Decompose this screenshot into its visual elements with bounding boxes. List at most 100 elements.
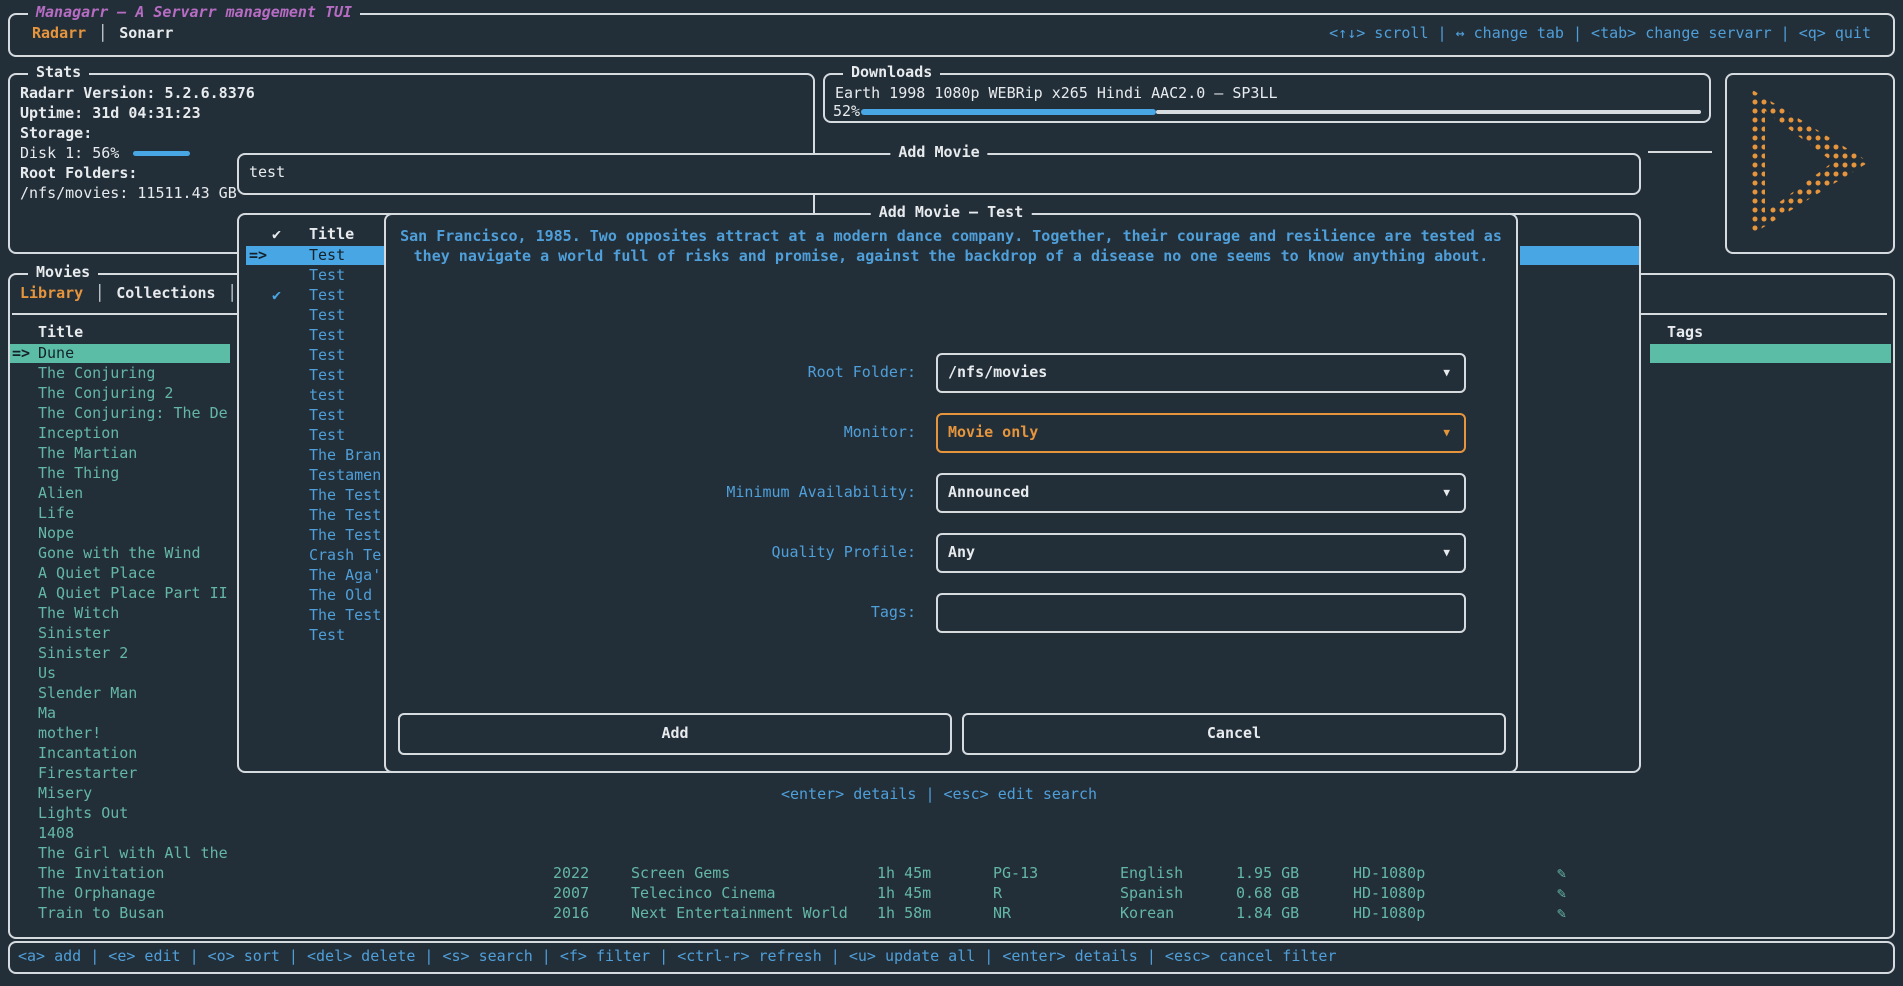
movie-title: A Quiet Place Part II (38, 583, 228, 603)
top-hints: <↑↓> scroll | ↔ change tab | <tab> chang… (1329, 24, 1871, 42)
dropdown-arrow-icon: ▼ (1443, 546, 1450, 559)
form-field: Monitor: Movie only ▼ (386, 413, 1516, 453)
result-title: test (309, 385, 345, 405)
result-title: The Old (309, 585, 372, 605)
logo-panel (1725, 73, 1895, 254)
result-title: The Test (309, 605, 381, 625)
field-label: Monitor: (386, 423, 916, 441)
movie-language: Spanish (1120, 883, 1183, 903)
result-title: The Test (309, 505, 381, 525)
movie-title: Firestarter (38, 763, 137, 783)
dialog-title: Add Movie – Test (871, 203, 1032, 221)
movie-language: English (1120, 863, 1183, 883)
footer-bar: <a> add | <e> edit | <o> sort | <del> de… (8, 941, 1895, 974)
field-dropdown[interactable]: /nfs/movies ▼ (936, 353, 1466, 393)
movie-title: The Conjuring (38, 363, 155, 383)
servarr-tabs: RadarrSonarr (32, 24, 173, 42)
movie-title: Incantation (38, 743, 137, 763)
search-input[interactable]: test (249, 162, 285, 182)
result-title: Test (309, 265, 345, 285)
field-dropdown[interactable]: Announced ▼ (936, 473, 1466, 513)
movie-size: 1.95 GB (1236, 863, 1299, 883)
movie-title: The Witch (38, 603, 119, 623)
movie-title: Sinister 2 (38, 643, 128, 663)
movie-title: The Girl with All the (38, 843, 228, 863)
field-dropdown[interactable]: ▼ (936, 593, 1466, 633)
library-detail-row[interactable]: 2022 Screen Gems 1h 45m PG-13 English 1.… (0, 863, 1903, 883)
results-hints: <enter> details | <esc> edit search (239, 775, 1639, 803)
downloads-panel-title: Downloads (843, 63, 940, 81)
library-detail-row[interactable]: 2007 Telecinco Cinema 1h 45m R Spanish 0… (0, 883, 1903, 903)
managarr-logo (1751, 89, 1869, 235)
library-panel-title: Movies (28, 263, 98, 281)
movie-description-line1: San Francisco, 1985. Two opposites attra… (386, 227, 1516, 245)
top-bar: Managarr – A Servarr management TUI Rada… (8, 13, 1895, 57)
tab-sonarr[interactable]: Sonarr (119, 24, 173, 42)
dropdown-arrow-icon: ▼ (1443, 426, 1450, 439)
movie-title: Ma (38, 703, 56, 723)
result-title: Test (309, 305, 345, 325)
movie-runtime: 1h 45m (877, 863, 931, 883)
field-value: /nfs/movies (948, 363, 1047, 381)
result-title: The Test (309, 485, 381, 505)
tab-radarr[interactable]: Radarr (32, 24, 119, 42)
storage-label: Storage: (20, 123, 255, 143)
movie-rating: R (993, 883, 1002, 903)
result-title: The Aga' (309, 565, 381, 585)
movie-title: Lights Out (38, 803, 128, 823)
movie-rating: NR (993, 903, 1011, 923)
cancel-button[interactable]: Cancel (962, 713, 1506, 755)
movie-title: Gone with the Wind (38, 543, 201, 563)
movie-title: Sinister (38, 623, 110, 643)
field-value: Announced (948, 483, 1029, 501)
field-dropdown[interactable]: Movie only ▼ (936, 413, 1466, 453)
movie-runtime: 1h 58m (877, 903, 931, 923)
library-tags-header: Tags (1667, 323, 1703, 341)
add-movie-search-box[interactable]: Add Movie test (237, 153, 1641, 195)
add-button[interactable]: Add (398, 713, 952, 755)
movie-title: Us (38, 663, 56, 683)
tab-library[interactable]: Library (20, 284, 116, 302)
root-folder-size: /nfs/movies: 11511.43 GB (20, 183, 255, 203)
result-title: Crash Te (309, 545, 381, 565)
field-label: Minimum Availability: (386, 483, 916, 501)
movie-title: Life (38, 503, 74, 523)
download-progress-label: 52% (833, 101, 860, 121)
dropdown-arrow-icon: ▼ (1443, 486, 1450, 499)
form-field: Minimum Availability: Announced ▼ (386, 473, 1516, 513)
app-title: Managarr – A Servarr management TUI (28, 3, 360, 21)
movie-quality: HD-1080p (1353, 883, 1425, 903)
movie-quality: HD-1080p (1353, 863, 1425, 883)
result-title: Test (309, 405, 345, 425)
results-footer-area: <enter> details | <esc> edit search (239, 775, 1639, 863)
movie-title: Alien (38, 483, 83, 503)
movie-title: Slender Man (38, 683, 137, 703)
field-value: Movie only (948, 423, 1038, 441)
result-title: Test (309, 325, 345, 345)
movie-quality: HD-1080p (1353, 903, 1425, 923)
movie-title: 1408 (38, 823, 74, 843)
movie-title: Misery (38, 783, 92, 803)
uptime: Uptime: 31d 04:31:23 (20, 103, 255, 123)
result-title: Test (309, 245, 345, 265)
field-dropdown[interactable]: Any ▼ (936, 533, 1466, 573)
selected-row-tags-highlight (1650, 344, 1891, 363)
library-detail-row[interactable]: 2016 Next Entertainment World 1h 58m NR … (0, 903, 1903, 923)
movie-runtime: 1h 45m (877, 883, 931, 903)
form-field: Quality Profile: Any ▼ (386, 533, 1516, 573)
add-movie-search-title: Add Movie (890, 143, 987, 161)
form-field: Tags: ▼ (386, 593, 1516, 633)
movie-title: A Quiet Place (38, 563, 155, 583)
library-tabs: LibraryCollections (20, 284, 249, 302)
result-title: Test (309, 365, 345, 385)
disk-usage-gauge (133, 151, 190, 156)
result-title: The Test (309, 525, 381, 545)
dropdown-arrow-icon: ▼ (1443, 366, 1450, 379)
add-movie-dialog: Add Movie – Test San Francisco, 1985. Tw… (384, 213, 1518, 773)
movie-title: Dune (38, 343, 74, 363)
managarr-app: Managarr – A Servarr management TUI Rada… (0, 0, 1903, 986)
selection-arrow-icon: => (249, 245, 267, 265)
tab-collections[interactable]: Collections (116, 284, 248, 302)
movie-title: The Martian (38, 443, 137, 463)
movie-studio: Screen Gems (631, 863, 730, 883)
